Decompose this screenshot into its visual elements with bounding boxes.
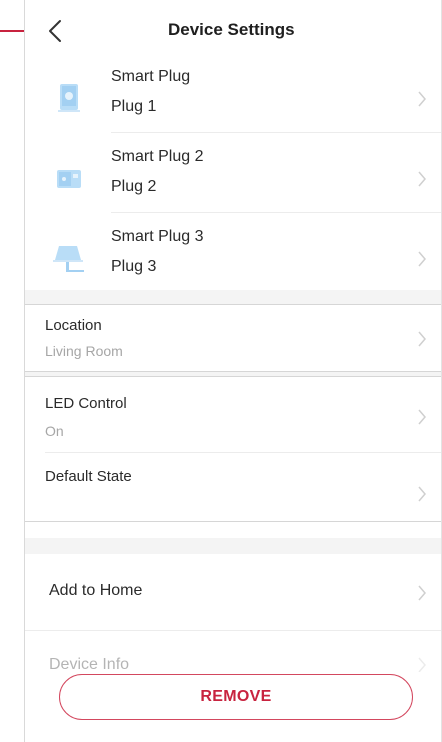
device-info-row[interactable]: Device Info — [25, 632, 441, 672]
device-row-plug-1[interactable]: Smart Plug Plug 1 — [25, 60, 441, 140]
device-info-label: Device Info — [49, 656, 130, 672]
led-control-row[interactable]: LED Control On — [25, 377, 441, 449]
remove-button[interactable]: REMOVE — [59, 674, 413, 720]
phone-screen: Device Settings Smart Plug Plug 1 Smart … — [24, 0, 442, 742]
device-row-plug-2[interactable]: Smart Plug 2 Plug 2 — [25, 140, 441, 220]
chevron-right-icon — [418, 171, 426, 187]
device-name: Smart Plug 3 — [111, 228, 204, 245]
smart-plug-icon — [58, 84, 80, 112]
divider — [111, 212, 441, 213]
section-gap — [25, 290, 441, 304]
default-state-row[interactable]: Default State — [25, 453, 441, 521]
location-value: Living Room — [45, 343, 123, 359]
chevron-right-icon — [418, 251, 426, 267]
chevron-right-icon — [418, 486, 426, 502]
device-name: Smart Plug 2 — [111, 148, 204, 165]
add-to-home-row[interactable]: Add to Home — [25, 556, 441, 630]
chevron-right-icon — [418, 585, 426, 601]
chevron-right-icon — [418, 409, 426, 425]
chevron-left-icon[interactable] — [45, 18, 67, 44]
top-bar: Device Settings — [25, 0, 441, 60]
lamp-icon — [53, 246, 84, 272]
divider — [25, 630, 441, 631]
chevron-right-icon — [418, 331, 426, 347]
location-label: Location — [45, 317, 102, 334]
chevron-right-icon — [418, 91, 426, 107]
divider — [111, 132, 441, 133]
location-card: Location Living Room — [25, 304, 441, 372]
led-control-label: LED Control — [45, 395, 127, 412]
device-row-plug-3[interactable]: Smart Plug 3 Plug 3 — [25, 220, 441, 300]
device-name: Smart Plug — [111, 68, 191, 85]
device-label: Plug 1 — [111, 98, 157, 115]
device-label: Plug 3 — [111, 258, 157, 275]
led-card: LED Control On Default State — [25, 376, 441, 522]
add-to-home-label: Add to Home — [49, 582, 143, 599]
section-gap — [25, 538, 441, 554]
default-state-label: Default State — [45, 468, 132, 485]
device-label: Plug 2 — [111, 178, 157, 195]
led-control-value: On — [45, 423, 64, 439]
chevron-right-icon — [418, 657, 426, 672]
page-title: Device Settings — [168, 20, 295, 39]
smart-plug-icon — [57, 170, 81, 188]
location-row[interactable]: Location Living Room — [25, 305, 441, 371]
